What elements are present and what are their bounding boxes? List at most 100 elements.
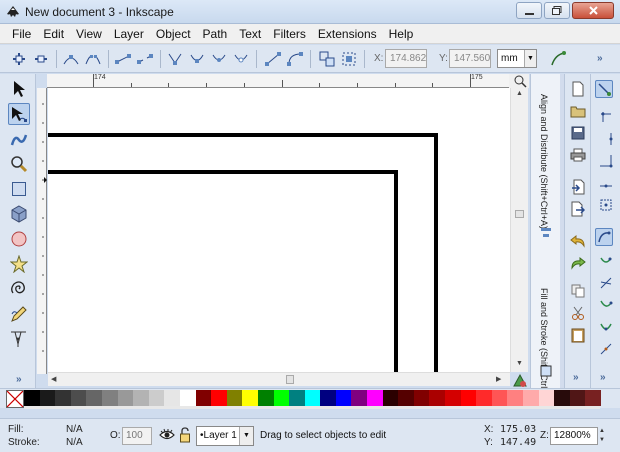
- color-swatch[interactable]: [585, 390, 601, 406]
- redo-button[interactable]: [569, 254, 587, 272]
- export-button[interactable]: [569, 200, 587, 218]
- scroll-left-icon[interactable]: ◀: [51, 375, 56, 383]
- color-swatch[interactable]: [226, 390, 243, 406]
- snap-toggle-button[interactable]: [595, 80, 613, 98]
- paste-button[interactable]: [569, 326, 587, 344]
- cut-button[interactable]: [569, 304, 587, 322]
- tweak-tool[interactable]: [8, 128, 30, 150]
- more-commands-vertical-button[interactable]: »: [573, 372, 579, 383]
- color-swatch[interactable]: [86, 390, 102, 406]
- color-swatch[interactable]: [257, 390, 274, 406]
- fill-stroke-tab[interactable]: Fill and Stroke (Shift+Ctrl+F): [539, 288, 549, 402]
- color-swatch[interactable]: [413, 390, 430, 406]
- color-swatch[interactable]: [554, 390, 570, 406]
- snap-cusp-nodes-button[interactable]: [597, 296, 615, 314]
- color-swatch[interactable]: [164, 390, 180, 406]
- 3d-box-tool[interactable]: [8, 203, 30, 225]
- snap-line-midpoints-button[interactable]: [597, 340, 615, 358]
- node-tool[interactable]: [8, 103, 30, 125]
- color-swatch[interactable]: [320, 390, 336, 406]
- color-swatch[interactable]: [133, 390, 149, 406]
- color-swatch[interactable]: [382, 390, 399, 406]
- stroke-to-path-icon[interactable]: [340, 50, 358, 68]
- save-button[interactable]: [569, 124, 587, 142]
- symmetric-node-icon[interactable]: [210, 50, 228, 68]
- opacity-input[interactable]: 100: [122, 427, 152, 445]
- more-snap-button[interactable]: »: [600, 372, 606, 383]
- horizontal-scrollbar[interactable]: ◀ ▶: [48, 372, 510, 386]
- snap-nodes-button[interactable]: [595, 228, 613, 246]
- no-paint-swatch[interactable]: [6, 390, 24, 408]
- y-coordinate-input[interactable]: 147.560: [449, 49, 491, 68]
- menu-view[interactable]: View: [70, 27, 108, 41]
- color-swatch[interactable]: [538, 390, 555, 406]
- color-swatch[interactable]: [335, 390, 352, 406]
- import-button[interactable]: [569, 178, 587, 196]
- menu-filters[interactable]: Filters: [267, 27, 312, 41]
- rectangle-tool[interactable]: [8, 178, 30, 200]
- pen-tool[interactable]: [8, 328, 30, 350]
- color-swatch[interactable]: [117, 390, 134, 406]
- snap-bbox-button[interactable]: [597, 108, 615, 126]
- snap-bbox-corner-button[interactable]: [597, 152, 615, 170]
- color-swatch[interactable]: [242, 390, 258, 406]
- close-button[interactable]: [572, 2, 614, 19]
- color-swatch[interactable]: [179, 390, 196, 406]
- snap-intersections-button[interactable]: [597, 274, 615, 292]
- color-swatch[interactable]: [491, 390, 508, 406]
- join-nodes-icon[interactable]: [62, 50, 80, 68]
- palette-scrollbar[interactable]: [24, 406, 600, 409]
- color-swatch[interactable]: [569, 390, 586, 406]
- selector-tool[interactable]: [8, 78, 30, 100]
- color-swatch[interactable]: [460, 390, 477, 406]
- delete-node-icon[interactable]: [32, 50, 50, 68]
- insert-node-icon[interactable]: [10, 50, 28, 68]
- minimize-button[interactable]: [516, 2, 542, 19]
- stroke-value[interactable]: N/A: [66, 437, 83, 448]
- zoom-tool[interactable]: [8, 153, 30, 175]
- snap-paths-button[interactable]: [597, 252, 615, 270]
- menu-help[interactable]: Help: [383, 27, 420, 41]
- vertical-scrollbar[interactable]: ▲ ▼: [510, 88, 528, 372]
- zoom-input[interactable]: 12800%: [550, 427, 598, 445]
- unit-select[interactable]: mm ▼: [497, 49, 537, 68]
- color-swatch[interactable]: [304, 390, 321, 406]
- color-swatch[interactable]: [367, 390, 383, 406]
- color-swatch[interactable]: [195, 390, 212, 406]
- color-swatch[interactable]: [429, 390, 446, 406]
- spiral-tool[interactable]: [8, 278, 30, 300]
- auto-smooth-node-icon[interactable]: [232, 50, 250, 68]
- menu-file[interactable]: File: [6, 27, 37, 41]
- break-path-icon[interactable]: [84, 50, 102, 68]
- horizontal-scroll-thumb[interactable]: [286, 375, 294, 384]
- color-swatch[interactable]: [523, 390, 539, 406]
- color-swatch[interactable]: [289, 390, 305, 406]
- color-swatch[interactable]: [398, 390, 414, 406]
- snap-bbox-midpoint-button[interactable]: [597, 174, 615, 192]
- color-swatch[interactable]: [351, 390, 368, 406]
- fill-value[interactable]: N/A: [66, 424, 83, 435]
- menu-path[interactable]: Path: [197, 27, 234, 41]
- snap-bbox-center-button[interactable]: [597, 196, 615, 214]
- menu-extensions[interactable]: Extensions: [312, 27, 383, 41]
- color-swatch[interactable]: [148, 390, 165, 406]
- segment-to-curve-icon[interactable]: [286, 50, 304, 68]
- snap-smooth-nodes-button[interactable]: [597, 318, 615, 336]
- color-swatch[interactable]: [55, 390, 71, 406]
- color-swatch[interactable]: [273, 390, 290, 406]
- ellipse-tool[interactable]: [8, 228, 30, 250]
- drawing-canvas[interactable]: [48, 88, 510, 372]
- open-button[interactable]: [569, 102, 587, 120]
- undo-button[interactable]: [569, 232, 587, 250]
- layer-select[interactable]: •Layer 1 ▼: [196, 426, 254, 446]
- scroll-down-icon[interactable]: ▼: [516, 360, 523, 367]
- color-swatch[interactable]: [211, 390, 227, 406]
- color-swatch[interactable]: [445, 390, 461, 406]
- object-to-path-icon[interactable]: [318, 50, 336, 68]
- print-button[interactable]: [569, 146, 587, 164]
- vertical-scroll-thumb[interactable]: [515, 210, 524, 218]
- color-swatch[interactable]: [507, 390, 523, 406]
- lock-icon[interactable]: [179, 427, 191, 443]
- menu-layer[interactable]: Layer: [108, 27, 150, 41]
- zoom-corner[interactable]: [509, 74, 529, 88]
